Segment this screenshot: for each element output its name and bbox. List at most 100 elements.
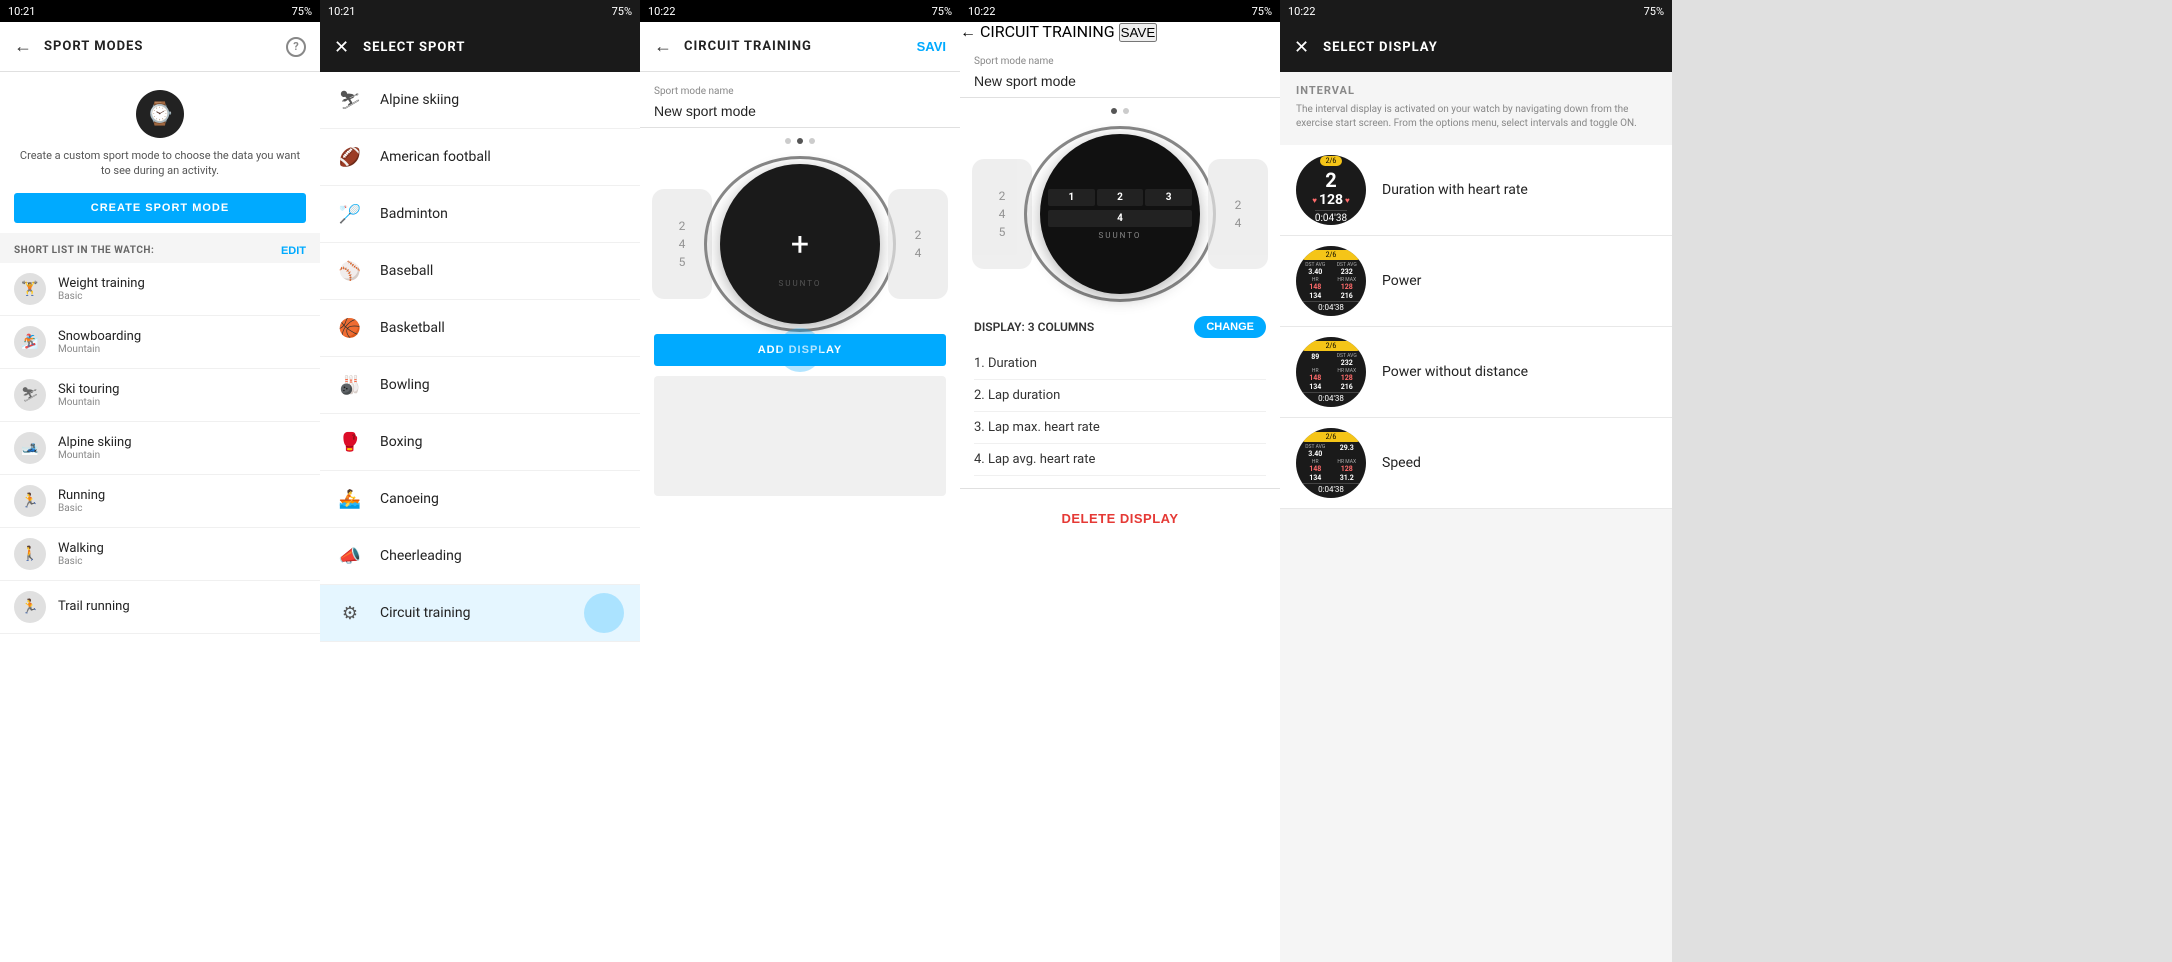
- display-columns-header: DISPLAY: 3 COLUMNS CHANGE: [974, 316, 1266, 338]
- status-battery-2: 75%: [612, 5, 632, 18]
- power-time: 0:04'38: [1300, 301, 1362, 312]
- select-display-title: SELECT DISPLAY: [1323, 40, 1438, 55]
- sport-list: 🏋 Weight training Basic 🏂 Snowboarding M…: [0, 263, 320, 962]
- watch-cell-1: 1: [1048, 189, 1095, 206]
- save-button-4[interactable]: SAVE: [1119, 23, 1158, 42]
- display-option-item[interactable]: 2/6 DST AVG3.40 DST AVG232 HR148 HR MAX1…: [1280, 236, 1672, 327]
- sport-select-item[interactable]: 📣 Cheerleading: [320, 528, 640, 585]
- sport-select-item-circuit[interactable]: ⚙ Circuit training: [320, 585, 640, 642]
- power-cell: HR MAX128: [1332, 277, 1363, 291]
- watch-face-4: 1 2 3 4 SUUNTO: [1040, 134, 1200, 294]
- watch-display-area: 2 4 5 + SUUNTO 2 4: [640, 154, 960, 334]
- list-item[interactable]: 🚶 Walking Basic: [0, 528, 320, 581]
- sport-item-label: Baseball: [380, 263, 433, 279]
- power-cell: HR148: [1300, 277, 1331, 291]
- delete-display-button[interactable]: DELETE DISPLAY: [974, 501, 1266, 536]
- display-items-list: 1. Duration 2. Lap duration 3. Lap max. …: [974, 348, 1266, 476]
- display-option-label: Duration with heart rate: [1382, 182, 1528, 198]
- sport-item-label: Cheerleading: [380, 548, 462, 564]
- list-item[interactable]: 🏃 Running Basic: [0, 475, 320, 528]
- edit-button[interactable]: EDIT: [281, 245, 306, 257]
- sport-select-item[interactable]: ⚾ Baseball: [320, 243, 640, 300]
- watch-brand-4: SUUNTO: [1048, 231, 1192, 240]
- back-icon-3[interactable]: ←: [654, 36, 672, 57]
- close-icon-2[interactable]: ✕: [334, 37, 349, 58]
- list-item[interactable]: 🎿 Alpine skiing Mountain: [0, 422, 320, 475]
- watch-outer-4: 1 2 3 4 SUUNTO: [1032, 134, 1208, 294]
- display-item: 1. Duration: [974, 348, 1266, 380]
- create-sport-mode-button[interactable]: CREATE SPORT MODE: [14, 193, 306, 223]
- sport-name: Walking: [58, 541, 104, 556]
- dot-4-2: [1123, 108, 1129, 114]
- sport-mode-name-input[interactable]: [654, 99, 946, 123]
- display-option-item[interactable]: 2/6 DST AVG3.40 29.3 HR148 HR MAX128 134…: [1280, 418, 1672, 509]
- sport-mode-input-4[interactable]: [974, 69, 1266, 93]
- pnd-cell: HR MAX128: [1332, 368, 1363, 382]
- sport-item-label: Badminton: [380, 206, 448, 222]
- sport-name: Snowboarding: [58, 329, 141, 344]
- circuit-add-header: ← CIRCUIT TRAINING SAVI: [640, 22, 960, 72]
- add-display-button[interactable]: ADD DISPLAY: [654, 334, 946, 366]
- back-icon-4[interactable]: ←: [960, 22, 976, 41]
- change-button[interactable]: CHANGE: [1194, 316, 1266, 338]
- sport-modes-header: ← SPORT MODES ?: [0, 22, 320, 72]
- speed-cell: HR MAX128: [1332, 459, 1363, 473]
- save-button-3[interactable]: SAVI: [917, 39, 946, 54]
- help-icon[interactable]: ?: [286, 37, 306, 57]
- status-time-3: 10:22: [648, 5, 675, 18]
- speed-cell: HR148: [1300, 459, 1331, 473]
- sport-select-item[interactable]: 🚣 Canoeing: [320, 471, 640, 528]
- list-item[interactable]: 🏂 Snowboarding Mountain: [0, 316, 320, 369]
- interval-desc: The interval display is activated on you…: [1296, 103, 1656, 131]
- interval-section: INTERVAL The interval display is activat…: [1280, 72, 1672, 137]
- sport-sub: Mountain: [58, 344, 141, 355]
- display-option-item[interactable]: 2/6 89 DST AVG232 HR148 HR MAX128 134 21…: [1280, 327, 1672, 418]
- sport-name: Alpine skiing: [58, 435, 132, 450]
- pnd-cell: HR148: [1300, 368, 1331, 382]
- plus-icon[interactable]: +: [791, 228, 809, 260]
- side-num-4: 4: [679, 237, 686, 251]
- watch-display-area-4: 2 4 5 1 2 3 4 SUUNTO 2 4: [960, 124, 1280, 304]
- status-battery-3: 75%: [932, 5, 952, 18]
- sport-icon-circuit: ⚙: [336, 599, 364, 627]
- sport-item-label: Alpine skiing: [380, 92, 459, 108]
- sport-select-item[interactable]: 🥊 Boxing: [320, 414, 640, 471]
- back-icon-1[interactable]: ←: [14, 36, 32, 57]
- sport-select-item[interactable]: 🎳 Bowling: [320, 357, 640, 414]
- status-time-1: 10:21: [8, 5, 35, 18]
- sport-icon-basketball: 🏀: [336, 314, 364, 342]
- sport-select-item[interactable]: ⛷ Alpine skiing: [320, 72, 640, 129]
- panel-select-display: 10:22 75% ✕ SELECT DISPLAY INTERVAL The …: [1280, 0, 1672, 962]
- sport-mode-name-field: Sport mode name: [640, 72, 960, 128]
- pnd-cell: 89: [1300, 353, 1331, 367]
- watch-side-left: 2 4 5: [652, 189, 712, 299]
- select-sport-header: ✕ SELECT SPORT: [320, 22, 640, 72]
- display-option-item[interactable]: 2/6 2 ♥ 128 ♥ 0:04'38 Duration with hear…: [1280, 145, 1672, 236]
- watch-main-face: + SUUNTO: [720, 164, 880, 324]
- sport-icon-trail: 🏃: [14, 591, 46, 623]
- sport-mode-label-4: Sport mode name: [974, 56, 1266, 67]
- list-item[interactable]: 🏋 Weight training Basic: [0, 263, 320, 316]
- sport-select-item[interactable]: 🏈 American football: [320, 129, 640, 186]
- sport-select-item[interactable]: 🏸 Badminton: [320, 186, 640, 243]
- list-item[interactable]: 🏃 Trail running: [0, 581, 320, 634]
- watch-side-right: 2 4: [888, 189, 948, 299]
- sport-item-label: Canoeing: [380, 491, 439, 507]
- watch-thumb-duration-hr: 2/6 2 ♥ 128 ♥ 0:04'38: [1296, 155, 1366, 225]
- sport-select-item[interactable]: 🏀 Basketball: [320, 300, 640, 357]
- power-cell: DST AVG3.40: [1300, 262, 1331, 276]
- side-num-5: 5: [679, 255, 686, 269]
- watch-thumb-power: 2/6 DST AVG3.40 DST AVG232 HR148 HR MAX1…: [1296, 246, 1366, 316]
- sport-name: Trail running: [58, 599, 130, 614]
- display-item: 2. Lap duration: [974, 380, 1266, 412]
- circuit-cols-title: CIRCUIT TRAINING: [980, 22, 1115, 41]
- sport-icon-alpine: 🎿: [14, 432, 46, 464]
- sport-sub: Mountain: [58, 397, 119, 408]
- interval-label: INTERVAL: [1296, 84, 1656, 97]
- sport-icon-snowboard: 🏂: [14, 326, 46, 358]
- sport-icon-baseball: ⚾: [336, 257, 364, 285]
- close-icon-5[interactable]: ✕: [1294, 37, 1309, 58]
- hr-val: 128: [1319, 192, 1343, 208]
- list-item[interactable]: ⛷ Ski touring Mountain: [0, 369, 320, 422]
- select-sport-title: SELECT SPORT: [363, 40, 465, 55]
